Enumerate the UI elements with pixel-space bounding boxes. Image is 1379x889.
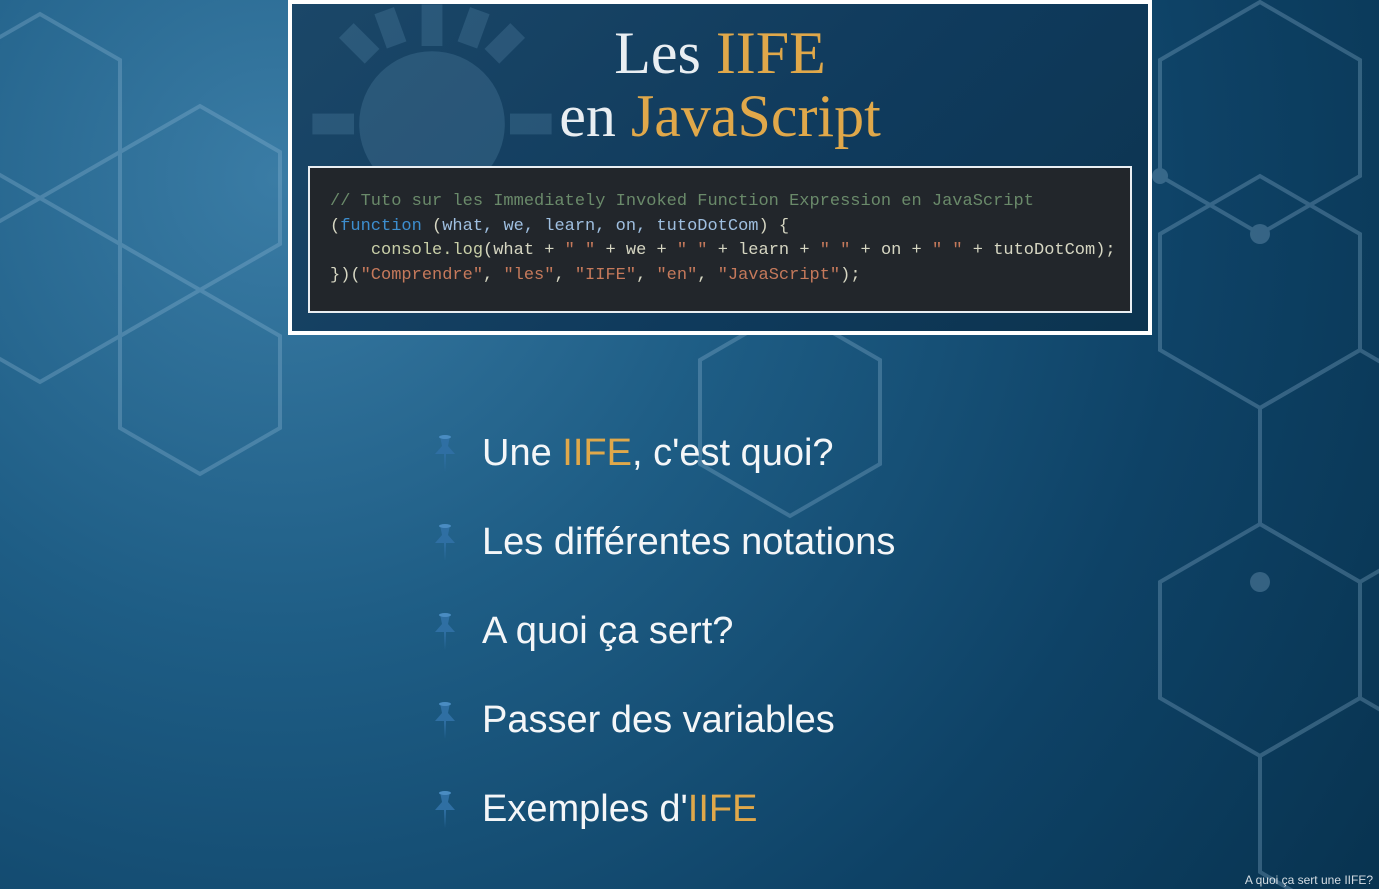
bullet-text: Passer des variables [482, 699, 835, 742]
bullet-item: Une IIFE, c'est quoi? [430, 432, 895, 475]
bullet-item: Exemples d'IIFE [430, 788, 895, 831]
title-card: Les IIFE en JavaScript // Tuto sur les I… [288, 0, 1152, 335]
bullet-item: Passer des variables [430, 699, 895, 742]
bullet-text: Les différentes notations [482, 521, 895, 564]
pushpin-icon [430, 701, 460, 741]
bullet-item: Les différentes notations [430, 521, 895, 564]
bullet-item: A quoi ça sert? [430, 610, 895, 653]
footer-caption: A quoi ça sert une IIFE? [1245, 873, 1373, 887]
code-comment: // Tuto sur les Immediately Invoked Func… [330, 192, 1034, 211]
bullet-list: Une IIFE, c'est quoi? Les différentes no… [430, 432, 895, 877]
bullet-text: A quoi ça sert? [482, 610, 733, 653]
title-line2-accent: JavaScript [631, 83, 881, 149]
bullet-text: Une IIFE, c'est quoi? [482, 432, 834, 475]
bullet-text: Exemples d'IIFE [482, 788, 757, 831]
pushpin-icon [430, 612, 460, 652]
title-line1-accent: IIFE [716, 20, 826, 86]
title-line2-prefix: en [559, 83, 631, 149]
pushpin-icon [430, 790, 460, 830]
pushpin-icon [430, 523, 460, 563]
title-line1-prefix: Les [614, 20, 716, 86]
pushpin-icon [430, 434, 460, 474]
slide-title: Les IIFE en JavaScript [292, 4, 1148, 158]
code-snippet: // Tuto sur les Immediately Invoked Func… [308, 166, 1132, 313]
